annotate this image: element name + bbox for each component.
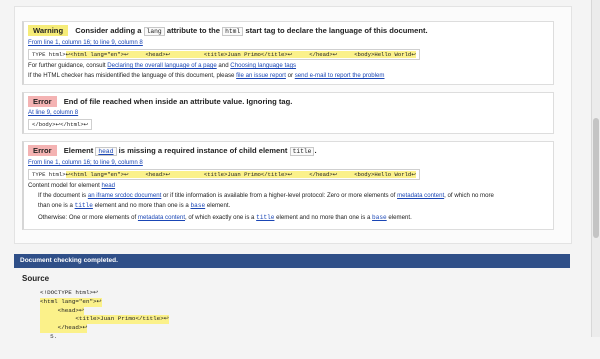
message-error-head-title: Error Element head is missing a required… (22, 141, 554, 230)
source-line: 1. <!DOCTYPE html>↩ (22, 289, 570, 305)
code-title: title (289, 147, 315, 156)
message-text: End of file reached when inside an attri… (63, 97, 293, 106)
code-lang: lang (143, 27, 165, 36)
source-line: 5. </head>↩ (22, 324, 570, 340)
extract-plain: TYPE html> (32, 171, 66, 178)
location-link[interactable]: From line 1, column 16; to line 9, colum… (28, 38, 547, 48)
code-html: html (222, 27, 244, 36)
link-declaring-language[interactable]: Declaring the overall language of a page (107, 62, 216, 69)
warning-badge: Warning (28, 25, 69, 36)
guidance-text: For further guidance, consult Declaring … (28, 61, 547, 71)
line-code: <!DOCTYPE html>↩ (40, 289, 98, 296)
vertical-scrollbar[interactable] (591, 0, 600, 337)
rule-text: element and no more than one is a (94, 202, 189, 209)
guidance-prefix: For further guidance, consult (28, 62, 106, 69)
content-model-rule-2: Otherwise: One or more elements of metad… (28, 213, 547, 223)
message-error-eof: Error End of file reached when inside an… (22, 92, 554, 134)
rule-text: element and no more than one is a (276, 214, 371, 221)
line-code: <title>Juan Primo</title>↩ (40, 315, 169, 325)
source-line: 4. <title>Juan Primo</title>↩ (22, 315, 570, 331)
location-link[interactable]: From line 1, column 16; to line 9, colum… (28, 158, 547, 168)
message-text: Element (63, 146, 94, 155)
link-title-element[interactable]: title (75, 202, 93, 209)
rule-text: , of which exactly one is a (185, 214, 255, 221)
extract-plain: TYPE html> (32, 51, 66, 58)
rule-text: Otherwise: One or more elements of (38, 214, 137, 221)
message-text: is missing a required instance of child … (118, 146, 288, 155)
source-listing: 1. <!DOCTYPE html>↩ 2. <html lang="en">↩… (22, 289, 570, 340)
source-line: 3. <head>↩ (22, 306, 570, 322)
rule-text: , of which no more (444, 192, 494, 199)
code-extract: TYPE html>↩<html lang="en">↩ <head>↩ <ti… (28, 49, 420, 60)
link-base-element[interactable]: base (372, 214, 387, 221)
line-code: <html lang="en">↩ (40, 297, 102, 307)
extract-highlight: ↩<html lang="en">↩ <head>↩ <title>Juan P… (65, 171, 416, 178)
guidance-and: and (218, 62, 229, 69)
rule-text: If the document is (38, 192, 87, 199)
link-choosing-language-tags[interactable]: Choosing language tags (230, 62, 296, 69)
line-code: <head>↩ (40, 306, 84, 316)
link-metadata-content[interactable]: metadata content (138, 214, 185, 221)
code-extract: TYPE html>↩<html lang="en">↩ <head>↩ <ti… (28, 169, 420, 180)
rule-text: or if title information is available fro… (163, 192, 396, 199)
content-model-text: Content model for element (28, 182, 100, 189)
error-badge: Error (28, 96, 57, 107)
message-text: attribute to the (166, 26, 220, 35)
message-text: Consider adding a (75, 26, 142, 35)
extract-highlight: ↩<html lang="en">↩ <head>↩ <title>Juan P… (65, 51, 416, 58)
link-title-element[interactable]: title (256, 214, 274, 221)
message-heading: Error Element head is missing a required… (28, 145, 547, 158)
source-heading: Source (22, 274, 50, 283)
content-model-rule-1-cont: than one is a title element and no more … (28, 201, 547, 211)
misidentified-or: or (287, 72, 294, 79)
rule-text: element. (388, 214, 412, 221)
message-heading: Warning Consider adding a lang attribute… (28, 25, 547, 38)
rule-text: than one is a (38, 202, 73, 209)
line-number: 5. (50, 332, 58, 340)
link-file-issue[interactable]: file an issue report (236, 72, 286, 79)
source-line: 2. <html lang="en">↩ (22, 297, 570, 314)
content-model-label: Content model for element head (28, 181, 547, 191)
message-text: start tag to declare the language of thi… (245, 26, 428, 35)
error-badge: Error (28, 145, 57, 156)
link-metadata-content[interactable]: metadata content (397, 192, 444, 199)
link-send-email[interactable]: send e-mail to report the problem (295, 72, 385, 79)
link-base-element[interactable]: base (191, 202, 206, 209)
misidentified-prefix: If the HTML checker has misidentified th… (28, 72, 235, 79)
message-text: . (314, 146, 317, 155)
line-code: </head>↩ (40, 324, 88, 333)
scrollbar-thumb[interactable] (593, 118, 599, 238)
message-warning-lang: Warning Consider adding a lang attribute… (22, 21, 554, 85)
rule-text: element. (206, 202, 231, 209)
link-head-element[interactable]: head (102, 182, 116, 189)
validator-results-page: 1. Warning Consider adding a lang attrib… (0, 0, 600, 340)
code-head-link[interactable]: head (95, 147, 117, 156)
content-model-rule-1: If the document is an iframe srcdoc docu… (28, 191, 547, 201)
message-heading: Error End of file reached when inside an… (28, 96, 547, 108)
misidentified-text: If the HTML checker has misidentified th… (28, 71, 547, 81)
location-link[interactable]: At line 9, column 8 (28, 108, 547, 118)
code-extract: </body>↩</html>↩ (28, 119, 93, 130)
link-iframe-srcdoc[interactable]: an iframe srcdoc document (88, 192, 162, 199)
status-bar: Document checking completed. (14, 254, 570, 268)
